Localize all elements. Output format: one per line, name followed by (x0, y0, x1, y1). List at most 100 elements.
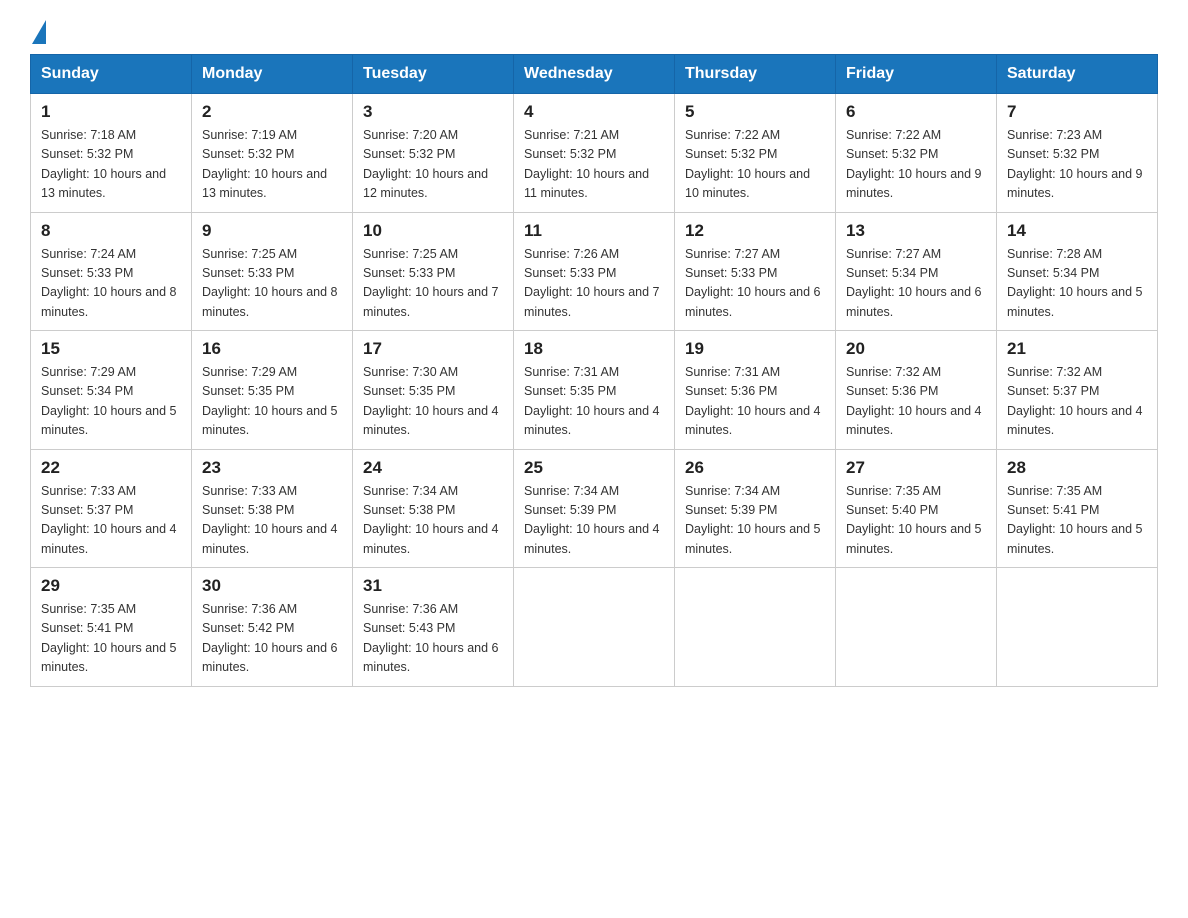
day-number: 31 (363, 576, 503, 596)
day-number: 21 (1007, 339, 1147, 359)
calendar-cell: 28 Sunrise: 7:35 AMSunset: 5:41 PMDaylig… (997, 449, 1158, 568)
day-info: Sunrise: 7:19 AMSunset: 5:32 PMDaylight:… (202, 128, 327, 200)
day-number: 10 (363, 221, 503, 241)
day-number: 28 (1007, 458, 1147, 478)
calendar-cell: 4 Sunrise: 7:21 AMSunset: 5:32 PMDayligh… (514, 94, 675, 213)
day-info: Sunrise: 7:31 AMSunset: 5:35 PMDaylight:… (524, 365, 660, 437)
calendar-cell: 18 Sunrise: 7:31 AMSunset: 5:35 PMDaylig… (514, 331, 675, 450)
calendar-cell: 6 Sunrise: 7:22 AMSunset: 5:32 PMDayligh… (836, 94, 997, 213)
day-number: 5 (685, 102, 825, 122)
day-info: Sunrise: 7:34 AMSunset: 5:38 PMDaylight:… (363, 484, 499, 556)
calendar-cell: 8 Sunrise: 7:24 AMSunset: 5:33 PMDayligh… (31, 212, 192, 331)
day-number: 8 (41, 221, 181, 241)
header-monday: Monday (192, 55, 353, 94)
day-info: Sunrise: 7:32 AMSunset: 5:36 PMDaylight:… (846, 365, 982, 437)
week-row-1: 1 Sunrise: 7:18 AMSunset: 5:32 PMDayligh… (31, 94, 1158, 213)
header-tuesday: Tuesday (353, 55, 514, 94)
header-wednesday: Wednesday (514, 55, 675, 94)
header-friday: Friday (836, 55, 997, 94)
week-row-3: 15 Sunrise: 7:29 AMSunset: 5:34 PMDaylig… (31, 331, 1158, 450)
day-number: 13 (846, 221, 986, 241)
day-number: 7 (1007, 102, 1147, 122)
day-number: 12 (685, 221, 825, 241)
calendar-cell: 14 Sunrise: 7:28 AMSunset: 5:34 PMDaylig… (997, 212, 1158, 331)
calendar-cell (997, 568, 1158, 687)
day-number: 20 (846, 339, 986, 359)
day-number: 23 (202, 458, 342, 478)
calendar-cell: 10 Sunrise: 7:25 AMSunset: 5:33 PMDaylig… (353, 212, 514, 331)
calendar-cell (514, 568, 675, 687)
day-info: Sunrise: 7:18 AMSunset: 5:32 PMDaylight:… (41, 128, 166, 200)
day-info: Sunrise: 7:27 AMSunset: 5:34 PMDaylight:… (846, 247, 982, 319)
header-row: SundayMondayTuesdayWednesdayThursdayFrid… (31, 55, 1158, 94)
logo (30, 20, 46, 34)
day-info: Sunrise: 7:24 AMSunset: 5:33 PMDaylight:… (41, 247, 177, 319)
day-info: Sunrise: 7:35 AMSunset: 5:40 PMDaylight:… (846, 484, 982, 556)
day-number: 27 (846, 458, 986, 478)
day-info: Sunrise: 7:21 AMSunset: 5:32 PMDaylight:… (524, 128, 649, 200)
week-row-4: 22 Sunrise: 7:33 AMSunset: 5:37 PMDaylig… (31, 449, 1158, 568)
calendar-cell: 20 Sunrise: 7:32 AMSunset: 5:36 PMDaylig… (836, 331, 997, 450)
day-info: Sunrise: 7:34 AMSunset: 5:39 PMDaylight:… (524, 484, 660, 556)
calendar-cell: 27 Sunrise: 7:35 AMSunset: 5:40 PMDaylig… (836, 449, 997, 568)
calendar-cell (675, 568, 836, 687)
header-saturday: Saturday (997, 55, 1158, 94)
day-number: 24 (363, 458, 503, 478)
day-info: Sunrise: 7:25 AMSunset: 5:33 PMDaylight:… (363, 247, 499, 319)
calendar-cell: 17 Sunrise: 7:30 AMSunset: 5:35 PMDaylig… (353, 331, 514, 450)
calendar-cell: 31 Sunrise: 7:36 AMSunset: 5:43 PMDaylig… (353, 568, 514, 687)
day-info: Sunrise: 7:35 AMSunset: 5:41 PMDaylight:… (1007, 484, 1143, 556)
day-number: 1 (41, 102, 181, 122)
calendar-cell: 9 Sunrise: 7:25 AMSunset: 5:33 PMDayligh… (192, 212, 353, 331)
calendar-cell: 29 Sunrise: 7:35 AMSunset: 5:41 PMDaylig… (31, 568, 192, 687)
logo-triangle-icon (32, 20, 46, 44)
day-info: Sunrise: 7:31 AMSunset: 5:36 PMDaylight:… (685, 365, 821, 437)
day-number: 25 (524, 458, 664, 478)
day-info: Sunrise: 7:36 AMSunset: 5:42 PMDaylight:… (202, 602, 338, 674)
header-sunday: Sunday (31, 55, 192, 94)
calendar-cell: 7 Sunrise: 7:23 AMSunset: 5:32 PMDayligh… (997, 94, 1158, 213)
logo-line1 (30, 20, 46, 40)
day-number: 22 (41, 458, 181, 478)
day-info: Sunrise: 7:25 AMSunset: 5:33 PMDaylight:… (202, 247, 338, 319)
day-info: Sunrise: 7:23 AMSunset: 5:32 PMDaylight:… (1007, 128, 1143, 200)
day-info: Sunrise: 7:29 AMSunset: 5:35 PMDaylight:… (202, 365, 338, 437)
calendar-cell: 24 Sunrise: 7:34 AMSunset: 5:38 PMDaylig… (353, 449, 514, 568)
day-info: Sunrise: 7:22 AMSunset: 5:32 PMDaylight:… (846, 128, 982, 200)
calendar-cell: 22 Sunrise: 7:33 AMSunset: 5:37 PMDaylig… (31, 449, 192, 568)
week-row-5: 29 Sunrise: 7:35 AMSunset: 5:41 PMDaylig… (31, 568, 1158, 687)
day-number: 17 (363, 339, 503, 359)
day-info: Sunrise: 7:27 AMSunset: 5:33 PMDaylight:… (685, 247, 821, 319)
calendar-cell: 2 Sunrise: 7:19 AMSunset: 5:32 PMDayligh… (192, 94, 353, 213)
calendar-header: SundayMondayTuesdayWednesdayThursdayFrid… (31, 55, 1158, 94)
calendar-cell: 15 Sunrise: 7:29 AMSunset: 5:34 PMDaylig… (31, 331, 192, 450)
day-number: 9 (202, 221, 342, 241)
day-number: 15 (41, 339, 181, 359)
day-number: 30 (202, 576, 342, 596)
day-number: 26 (685, 458, 825, 478)
day-number: 11 (524, 221, 664, 241)
calendar-cell: 23 Sunrise: 7:33 AMSunset: 5:38 PMDaylig… (192, 449, 353, 568)
day-number: 16 (202, 339, 342, 359)
header-thursday: Thursday (675, 55, 836, 94)
calendar-cell (836, 568, 997, 687)
day-number: 14 (1007, 221, 1147, 241)
day-info: Sunrise: 7:34 AMSunset: 5:39 PMDaylight:… (685, 484, 821, 556)
day-info: Sunrise: 7:36 AMSunset: 5:43 PMDaylight:… (363, 602, 499, 674)
calendar-cell: 19 Sunrise: 7:31 AMSunset: 5:36 PMDaylig… (675, 331, 836, 450)
day-number: 19 (685, 339, 825, 359)
calendar-cell: 3 Sunrise: 7:20 AMSunset: 5:32 PMDayligh… (353, 94, 514, 213)
day-number: 2 (202, 102, 342, 122)
calendar-table: SundayMondayTuesdayWednesdayThursdayFrid… (30, 54, 1158, 687)
calendar-cell: 1 Sunrise: 7:18 AMSunset: 5:32 PMDayligh… (31, 94, 192, 213)
day-info: Sunrise: 7:33 AMSunset: 5:38 PMDaylight:… (202, 484, 338, 556)
calendar-body: 1 Sunrise: 7:18 AMSunset: 5:32 PMDayligh… (31, 94, 1158, 687)
day-number: 3 (363, 102, 503, 122)
calendar-cell: 12 Sunrise: 7:27 AMSunset: 5:33 PMDaylig… (675, 212, 836, 331)
day-info: Sunrise: 7:32 AMSunset: 5:37 PMDaylight:… (1007, 365, 1143, 437)
day-info: Sunrise: 7:20 AMSunset: 5:32 PMDaylight:… (363, 128, 488, 200)
day-info: Sunrise: 7:28 AMSunset: 5:34 PMDaylight:… (1007, 247, 1143, 319)
day-info: Sunrise: 7:26 AMSunset: 5:33 PMDaylight:… (524, 247, 660, 319)
calendar-cell: 21 Sunrise: 7:32 AMSunset: 5:37 PMDaylig… (997, 331, 1158, 450)
calendar-cell: 5 Sunrise: 7:22 AMSunset: 5:32 PMDayligh… (675, 94, 836, 213)
